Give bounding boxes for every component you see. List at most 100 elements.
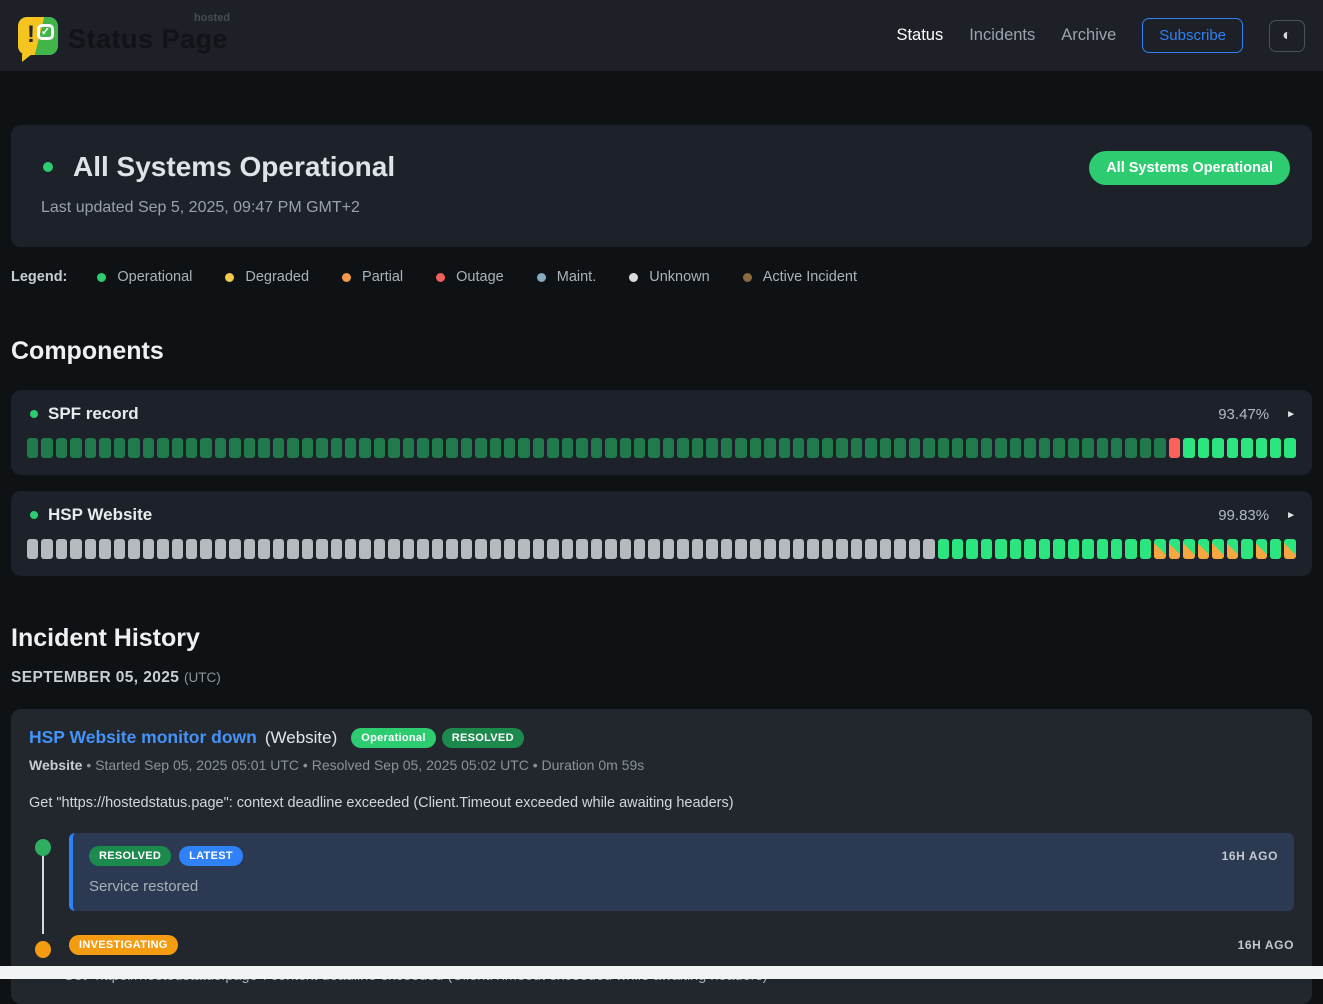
uptime-bar[interactable] bbox=[345, 438, 356, 458]
uptime-bar[interactable] bbox=[172, 539, 183, 559]
uptime-bar[interactable] bbox=[952, 438, 963, 458]
uptime-bar[interactable] bbox=[750, 539, 761, 559]
uptime-bar[interactable] bbox=[432, 438, 443, 458]
uptime-bar[interactable] bbox=[1169, 539, 1180, 559]
uptime-bar[interactable] bbox=[229, 539, 240, 559]
uptime-bar[interactable] bbox=[1024, 539, 1035, 559]
uptime-bar[interactable] bbox=[518, 438, 529, 458]
uptime-bar[interactable] bbox=[1140, 539, 1151, 559]
uptime-bar[interactable] bbox=[938, 539, 949, 559]
uptime-bar[interactable] bbox=[822, 539, 833, 559]
uptime-bar[interactable] bbox=[807, 438, 818, 458]
uptime-bar[interactable] bbox=[533, 539, 544, 559]
uptime-bar[interactable] bbox=[41, 539, 52, 559]
uptime-bar[interactable] bbox=[1140, 438, 1151, 458]
uptime-bar[interactable] bbox=[562, 438, 573, 458]
nav-archive[interactable]: Archive bbox=[1061, 26, 1116, 45]
uptime-bar[interactable] bbox=[1111, 438, 1122, 458]
uptime-bar[interactable] bbox=[518, 539, 529, 559]
uptime-bar[interactable] bbox=[865, 539, 876, 559]
uptime-bar[interactable] bbox=[302, 438, 313, 458]
uptime-bar[interactable] bbox=[1053, 438, 1064, 458]
uptime-bar[interactable] bbox=[99, 438, 110, 458]
uptime-bar[interactable] bbox=[1270, 539, 1281, 559]
uptime-bar[interactable] bbox=[1183, 539, 1194, 559]
uptime-bar[interactable] bbox=[1111, 539, 1122, 559]
uptime-bar[interactable] bbox=[706, 539, 717, 559]
uptime-bar[interactable] bbox=[1039, 539, 1050, 559]
uptime-bar[interactable] bbox=[1097, 539, 1108, 559]
uptime-bar[interactable] bbox=[1241, 539, 1252, 559]
uptime-bar[interactable] bbox=[114, 438, 125, 458]
uptime-bar[interactable] bbox=[764, 438, 775, 458]
uptime-bar[interactable] bbox=[172, 438, 183, 458]
uptime-bar[interactable] bbox=[735, 438, 746, 458]
uptime-bar[interactable] bbox=[388, 539, 399, 559]
uptime-bar[interactable] bbox=[1125, 539, 1136, 559]
expand-chevron-icon[interactable]: ► bbox=[1286, 409, 1296, 420]
uptime-bar[interactable] bbox=[1270, 438, 1281, 458]
uptime-bar[interactable] bbox=[200, 539, 211, 559]
uptime-bar[interactable] bbox=[475, 539, 486, 559]
theme-toggle-button[interactable]: ◐ bbox=[1269, 20, 1305, 52]
uptime-bar[interactable] bbox=[1256, 539, 1267, 559]
uptime-bar[interactable] bbox=[894, 438, 905, 458]
uptime-bar[interactable] bbox=[620, 539, 631, 559]
uptime-bar[interactable] bbox=[1097, 438, 1108, 458]
uptime-bar[interactable] bbox=[706, 438, 717, 458]
uptime-bar[interactable] bbox=[1082, 438, 1093, 458]
uptime-bar[interactable] bbox=[735, 539, 746, 559]
uptime-bar[interactable] bbox=[273, 539, 284, 559]
uptime-bar[interactable] bbox=[359, 438, 370, 458]
uptime-bar[interactable] bbox=[128, 438, 139, 458]
uptime-bar[interactable] bbox=[316, 438, 327, 458]
uptime-bar[interactable] bbox=[403, 539, 414, 559]
uptime-bar[interactable] bbox=[547, 539, 558, 559]
uptime-bar[interactable] bbox=[316, 539, 327, 559]
uptime-bar[interactable] bbox=[504, 438, 515, 458]
uptime-bar[interactable] bbox=[1010, 438, 1021, 458]
uptime-bar[interactable] bbox=[417, 539, 428, 559]
uptime-bar[interactable] bbox=[331, 438, 342, 458]
uptime-bar[interactable] bbox=[533, 438, 544, 458]
uptime-bar[interactable] bbox=[461, 438, 472, 458]
uptime-bar[interactable] bbox=[721, 539, 732, 559]
uptime-bar[interactable] bbox=[576, 539, 587, 559]
uptime-bar[interactable] bbox=[851, 438, 862, 458]
uptime-bar[interactable] bbox=[475, 438, 486, 458]
uptime-bar[interactable] bbox=[85, 438, 96, 458]
nav-status[interactable]: Status bbox=[896, 26, 943, 45]
uptime-bar[interactable] bbox=[591, 539, 602, 559]
uptime-bar[interactable] bbox=[85, 539, 96, 559]
uptime-bar[interactable] bbox=[200, 438, 211, 458]
uptime-bar[interactable] bbox=[1068, 438, 1079, 458]
incident-title-link[interactable]: HSP Website monitor down bbox=[29, 727, 257, 748]
uptime-bar[interactable] bbox=[331, 539, 342, 559]
uptime-bar[interactable] bbox=[1227, 539, 1238, 559]
uptime-bar[interactable] bbox=[461, 539, 472, 559]
uptime-bar[interactable] bbox=[504, 539, 515, 559]
uptime-bar[interactable] bbox=[1154, 539, 1165, 559]
uptime-bar[interactable] bbox=[966, 438, 977, 458]
uptime-bar[interactable] bbox=[995, 539, 1006, 559]
uptime-bar[interactable] bbox=[157, 438, 168, 458]
uptime-bar[interactable] bbox=[938, 438, 949, 458]
uptime-bar[interactable] bbox=[793, 539, 804, 559]
uptime-bar[interactable] bbox=[952, 539, 963, 559]
uptime-bar[interactable] bbox=[1125, 438, 1136, 458]
uptime-bar[interactable] bbox=[966, 539, 977, 559]
uptime-bar[interactable] bbox=[764, 539, 775, 559]
uptime-bar[interactable] bbox=[1198, 438, 1209, 458]
uptime-bar[interactable] bbox=[836, 438, 847, 458]
uptime-bar[interactable] bbox=[880, 438, 891, 458]
uptime-bar[interactable] bbox=[836, 539, 847, 559]
uptime-bar[interactable] bbox=[576, 438, 587, 458]
uptime-bar[interactable] bbox=[258, 539, 269, 559]
uptime-bar[interactable] bbox=[446, 539, 457, 559]
uptime-bar[interactable] bbox=[432, 539, 443, 559]
uptime-bar[interactable] bbox=[779, 438, 790, 458]
uptime-bar[interactable] bbox=[157, 539, 168, 559]
uptime-bar[interactable] bbox=[1256, 438, 1267, 458]
uptime-bar[interactable] bbox=[923, 438, 934, 458]
uptime-bar[interactable] bbox=[692, 438, 703, 458]
